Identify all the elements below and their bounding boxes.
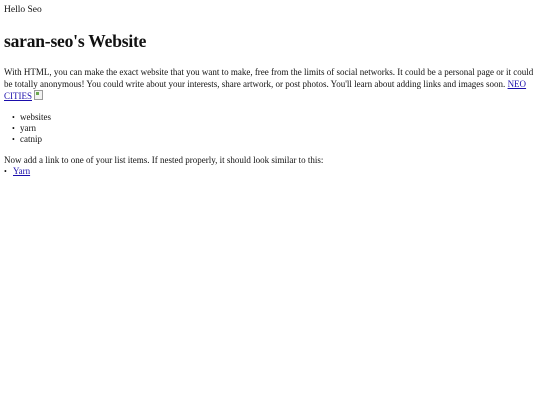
list-item: • catnip: [12, 134, 534, 145]
page-content: Hello Seo saran-seo's Website With HTML,…: [4, 4, 534, 177]
bullet-icon: •: [12, 113, 15, 122]
list-item-label: catnip: [20, 134, 42, 144]
bullet-icon: •: [4, 167, 7, 176]
list-item: • Yarn: [4, 166, 534, 177]
broken-image-icon: [34, 90, 43, 100]
example-list: • Yarn: [4, 166, 534, 177]
list-item-label: yarn: [20, 123, 36, 133]
greeting-text: Hello Seo: [4, 5, 42, 15]
page-title: saran-seo's Website: [4, 31, 147, 51]
instruction-text: Now add a link to one of your list items…: [4, 155, 324, 165]
bullet-icon: •: [12, 135, 15, 144]
list-item-label: websites: [20, 112, 51, 122]
intro-text: With HTML, you can make the exact websit…: [4, 67, 534, 89]
list-item: • websites: [12, 112, 534, 123]
list-item: • yarn: [12, 123, 534, 134]
interests-list: • websites • yarn • catnip: [4, 112, 534, 145]
bullet-icon: •: [12, 124, 15, 133]
intro-paragraph: With HTML, you can make the exact websit…: [4, 66, 534, 102]
yarn-link[interactable]: Yarn: [13, 166, 30, 176]
